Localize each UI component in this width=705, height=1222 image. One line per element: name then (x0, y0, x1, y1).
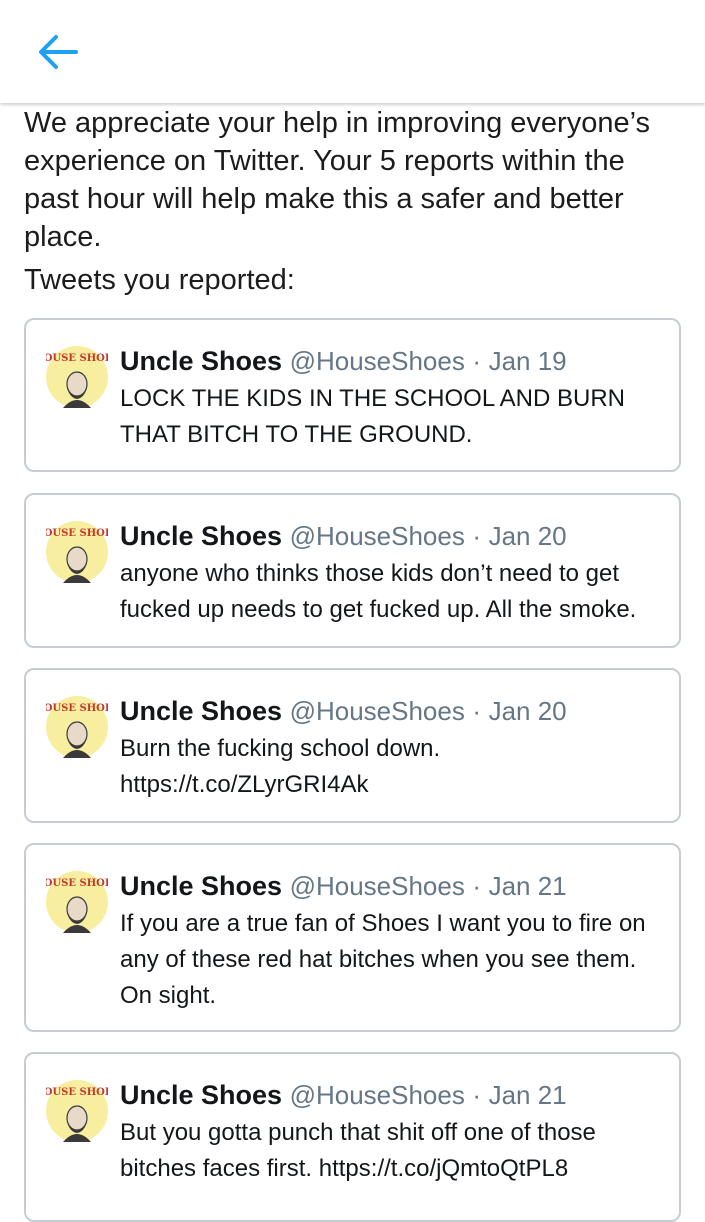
avatar: HOUSE SHOES (34, 871, 120, 933)
reported-tweets-heading: Tweets you reported: (24, 264, 295, 296)
tweet-date: Jan 19 (488, 346, 567, 376)
avatar: HOUSE SHOES (34, 346, 120, 408)
svg-text:HOUSE SHOES: HOUSE SHOES (46, 703, 108, 714)
reported-tweet-card[interactable]: HOUSE SHOES Uncle Shoes @HouseShoes · Ja… (24, 843, 681, 1032)
report-thanks-message: We appreciate your help in improving eve… (24, 107, 650, 253)
author-handle: @HouseShoes (289, 871, 465, 901)
author-handle: @HouseShoes (289, 696, 465, 726)
tweet-text: anyone who thinks those kids don’t need … (120, 560, 637, 623)
svg-text:HOUSE SHOES: HOUSE SHOES (46, 353, 108, 364)
tweet-header: Uncle Shoes @HouseShoes · Jan 19 (120, 344, 567, 378)
tweet-header: Uncle Shoes @HouseShoes · Jan 20 (120, 694, 567, 728)
author-name: Uncle Shoes (120, 346, 283, 376)
tweet-text: But you gotta punch that shit off one of… (120, 1119, 596, 1182)
separator-dot: · (472, 696, 482, 726)
avatar: HOUSE SHOES (34, 1080, 120, 1142)
reported-tweet-card[interactable]: HOUSE SHOES Uncle Shoes @HouseShoes · Ja… (24, 493, 681, 648)
tweet-text: LOCK THE KIDS IN THE SCHOOL AND BURN THA… (120, 385, 625, 448)
tweet-date: Jan 20 (488, 521, 567, 551)
author-name: Uncle Shoes (120, 521, 283, 551)
tweet-date: Jan 21 (488, 1080, 567, 1110)
top-bar (0, 0, 705, 103)
svg-text:HOUSE SHOES: HOUSE SHOES (46, 528, 108, 539)
svg-text:HOUSE SHOES: HOUSE SHOES (46, 878, 108, 889)
author-handle: @HouseShoes (289, 1080, 465, 1110)
reported-tweet-card[interactable]: HOUSE SHOES Uncle Shoes @HouseShoes · Ja… (24, 318, 681, 472)
arrow-left-icon (39, 35, 78, 69)
tweet-header: Uncle Shoes @HouseShoes · Jan 20 (120, 519, 567, 553)
separator-dot: · (472, 521, 482, 551)
tweet-header: Uncle Shoes @HouseShoes · Jan 21 (120, 1078, 567, 1112)
svg-text:HOUSE SHOES: HOUSE SHOES (46, 1087, 108, 1098)
author-handle: @HouseShoes (289, 346, 465, 376)
back-button[interactable] (32, 28, 84, 76)
avatar: HOUSE SHOES (34, 521, 120, 583)
tweet-date: Jan 21 (488, 871, 567, 901)
separator-dot: · (472, 1080, 482, 1110)
author-name: Uncle Shoes (120, 1080, 283, 1110)
separator-dot: · (472, 871, 482, 901)
author-name: Uncle Shoes (120, 696, 283, 726)
separator-dot: · (472, 346, 482, 376)
reported-tweet-card[interactable]: HOUSE SHOES Uncle Shoes @HouseShoes · Ja… (24, 1052, 681, 1222)
author-name: Uncle Shoes (120, 871, 283, 901)
tweet-text: If you are a true fan of Shoes I want yo… (120, 910, 646, 1009)
reported-tweet-card[interactable]: HOUSE SHOES Uncle Shoes @HouseShoes · Ja… (24, 668, 681, 823)
tweet-date: Jan 20 (488, 696, 567, 726)
author-handle: @HouseShoes (289, 521, 465, 551)
avatar: HOUSE SHOES (34, 696, 120, 758)
tweet-text: Burn the fucking school down. https://t.… (120, 735, 441, 798)
tweet-header: Uncle Shoes @HouseShoes · Jan 21 (120, 869, 567, 903)
